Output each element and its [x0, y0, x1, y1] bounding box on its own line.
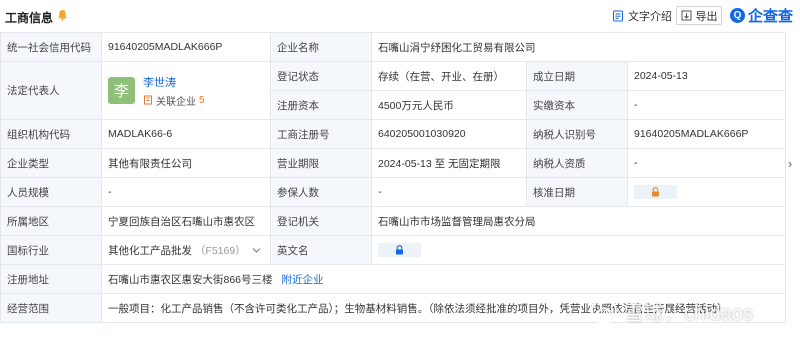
qichacha-logo-text: 企查查	[748, 8, 794, 25]
document-icon	[613, 10, 623, 22]
export-button[interactable]: 导出	[676, 6, 722, 25]
taxpayer-qual-label: 纳税人资质	[526, 148, 628, 178]
biz-term-value: 2024-05-13 至 无固定期限	[371, 148, 527, 178]
scroll-right-chevron-icon[interactable]: ›	[785, 152, 795, 174]
table-row: 法定代表人 李 李世涛 关联企业 5 登记状态 存续（在营、开业、在册） 成立日…	[0, 61, 787, 120]
reg-capital-value: 4500万元人民币	[371, 90, 527, 120]
org-code-label: 组织机构代码	[0, 119, 102, 149]
credit-code-label: 统一社会信用代码	[0, 32, 102, 62]
scope-label: 经营范围	[0, 293, 102, 323]
biz-reg-no-label: 工商注册号	[270, 119, 372, 149]
company-type-value: 其他有限责任公司	[101, 148, 271, 178]
table-row: 所属地区 宁夏回族自治区石嘴山市惠农区 登记机关 石嘴山市市场监督管理局惠农分局	[0, 206, 787, 236]
business-info-table: 统一社会信用代码 91640205MADLAK666P 企业名称 石嘴山涓宁纾困…	[0, 32, 787, 323]
avatar[interactable]: 李	[108, 77, 135, 104]
qichacha-logo[interactable]: Q 企查查	[730, 6, 793, 25]
address-value: 石嘴山市惠农区惠安大街866号三楼	[108, 273, 273, 286]
insured-label: 参保人数	[270, 177, 372, 207]
company-name-value: 石嘴山涓宁纾困化工贸易有限公司	[370, 32, 787, 62]
legal-rep-label: 法定代表人	[0, 61, 102, 120]
taxpayer-id-value: 91640205MADLAK666P	[626, 119, 787, 149]
qichacha-logo-icon: Q	[730, 8, 745, 23]
watermark-text: 雪球：chidaos	[624, 302, 753, 325]
related-companies-count: 5	[199, 94, 205, 106]
founded-value: 2024-05-13	[626, 61, 787, 91]
reg-capital-label: 注册资本	[270, 90, 372, 120]
export-label: 导出	[695, 10, 718, 23]
address-label: 注册地址	[0, 264, 102, 294]
nearby-companies-link[interactable]: 附近企业	[281, 274, 323, 286]
table-row: 国标行业 其他化工产品批发 （F5169） 英文名	[0, 235, 787, 265]
text-intro-label: 文字介绍	[628, 11, 672, 23]
insured-value: -	[371, 177, 527, 207]
related-companies-label: 关联企业	[156, 96, 196, 108]
credit-code-value: 91640205MADLAK666P	[101, 32, 271, 62]
english-name-value	[370, 235, 787, 265]
watermark: 雪球：chidaos	[590, 296, 753, 326]
taxpayer-qual-value: -	[626, 148, 787, 178]
building-icon	[144, 95, 152, 105]
lock-icon	[652, 186, 659, 196]
chevron-down-icon[interactable]	[252, 247, 261, 254]
industry-cell: 其他化工产品批发 （F5169）	[101, 235, 271, 265]
address-cell: 石嘴山市惠农区惠安大街866号三楼 附近企业	[100, 264, 787, 294]
table-row: 统一社会信用代码 91640205MADLAK666P 企业名称 石嘴山涓宁纾困…	[0, 32, 787, 62]
approval-date-locked[interactable]	[634, 184, 677, 199]
region-value: 宁夏回族自治区石嘴山市惠农区	[101, 206, 271, 236]
industry-value: 其他化工产品批发	[108, 244, 192, 257]
reg-authority-value: 石嘴山市市场监督管理局惠农分局	[370, 206, 787, 236]
reg-authority-label: 登记机关	[270, 206, 372, 236]
staff-size-label: 人员规模	[0, 177, 102, 207]
approval-date-value	[626, 177, 787, 207]
company-type-label: 企业类型	[0, 148, 102, 178]
export-icon	[681, 10, 691, 21]
industry-label: 国标行业	[0, 235, 102, 265]
section-header: 工商信息 文字介绍 导出 Q 企查查	[0, 0, 800, 32]
biz-term-label: 营业期限	[270, 148, 372, 178]
paid-capital-value: -	[626, 90, 787, 120]
section-title: 工商信息	[5, 11, 54, 25]
paid-capital-label: 实缴资本	[526, 90, 628, 120]
english-name-label: 英文名	[270, 235, 372, 265]
text-intro-button[interactable]: 文字介绍	[612, 9, 672, 23]
reg-status-value: 存续（在营、开业、在册）	[371, 61, 527, 91]
snowball-logo-icon	[591, 298, 617, 324]
table-row: 注册地址 石嘴山市惠农区惠安大街866号三楼 附近企业	[0, 264, 787, 294]
staff-size-value: -	[101, 177, 271, 207]
org-code-value: MADLAK66-6	[101, 119, 271, 149]
biz-reg-no-value: 640205001030920	[371, 119, 527, 149]
legal-rep-name-link[interactable]: 李世涛	[143, 74, 205, 90]
legal-rep-cell: 李 李世涛 关联企业 5	[101, 61, 271, 120]
company-name-label: 企业名称	[270, 32, 372, 62]
industry-code: （F5169）	[194, 244, 246, 257]
founded-label: 成立日期	[526, 61, 628, 91]
table-row: 人员规模 - 参保人数 - 核准日期	[0, 177, 787, 207]
table-row: 组织机构代码 MADLAK66-6 工商注册号 640205001030920 …	[0, 119, 787, 149]
related-companies-tag[interactable]: 关联企业 5	[143, 93, 205, 108]
approval-date-label: 核准日期	[526, 177, 628, 207]
reg-status-label: 登记状态	[270, 61, 372, 91]
table-row: 企业类型 其他有限责任公司 营业期限 2024-05-13 至 无固定期限 纳税…	[0, 148, 787, 178]
region-label: 所属地区	[0, 206, 102, 236]
lock-icon	[396, 244, 403, 254]
bell-icon[interactable]	[57, 9, 68, 21]
english-name-locked[interactable]	[378, 242, 421, 257]
legal-rep-person: 李 李世涛 关联企业 5	[108, 74, 264, 108]
taxpayer-id-label: 纳税人识别号	[526, 119, 628, 149]
